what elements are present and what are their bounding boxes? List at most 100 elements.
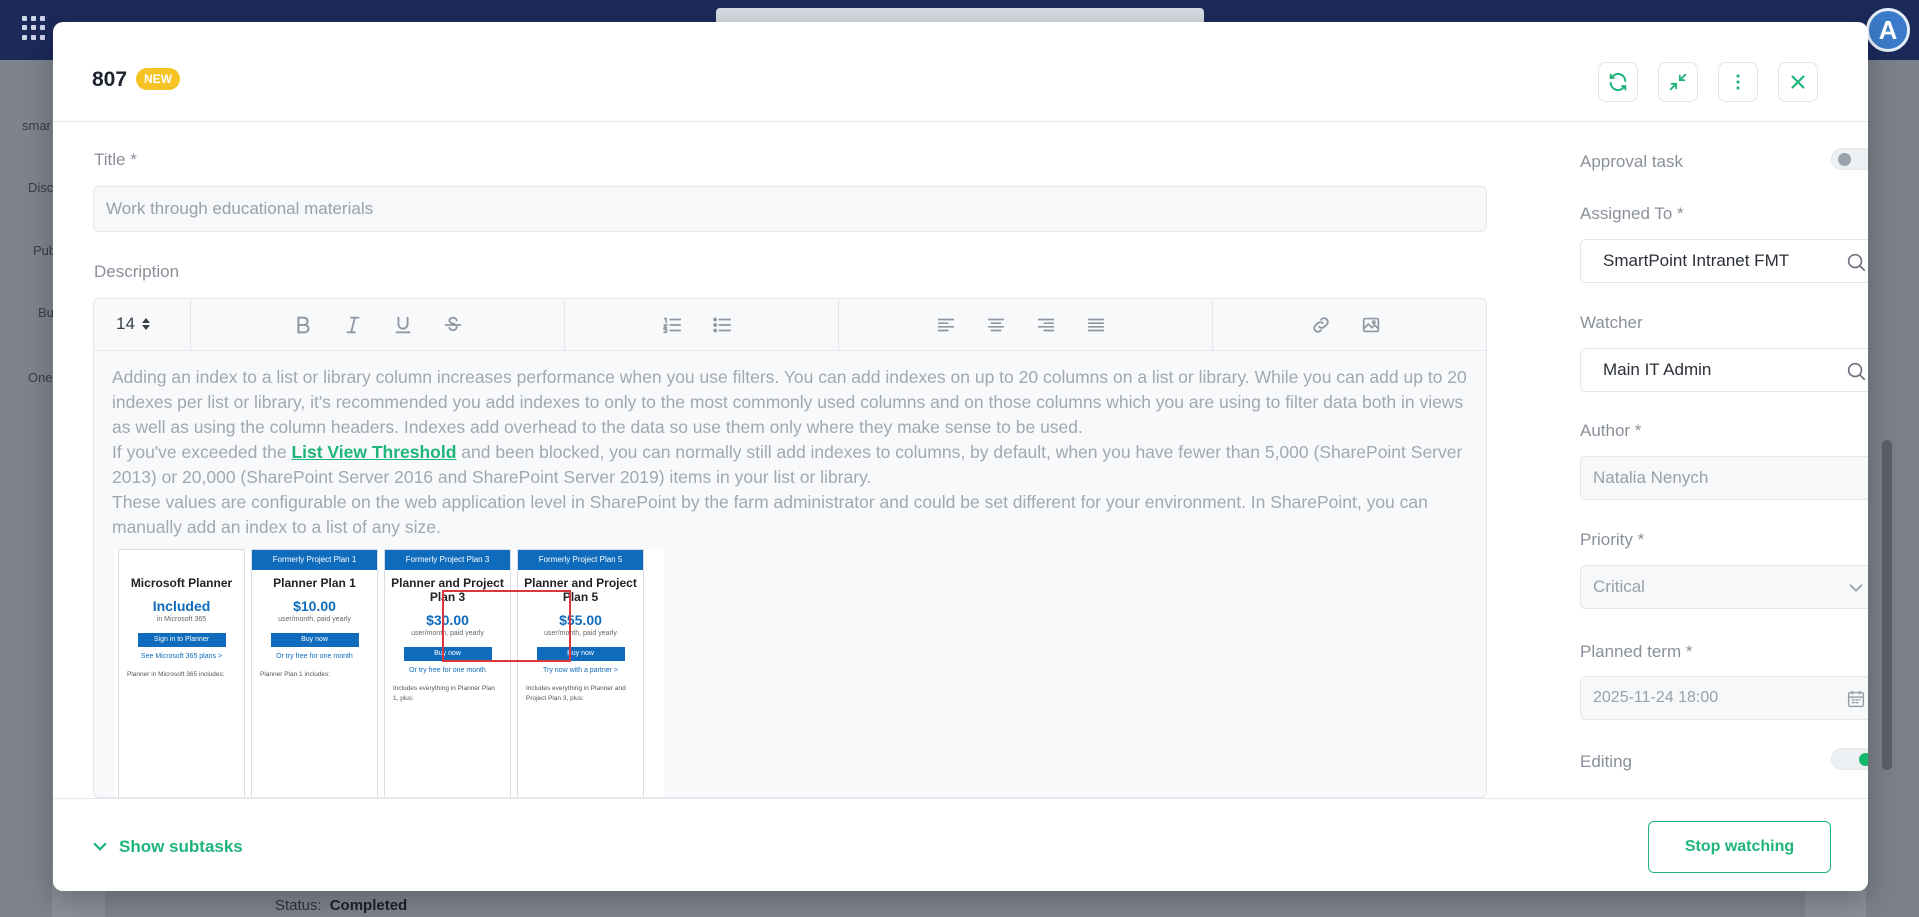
sidebar-label: Bu xyxy=(38,305,54,320)
more-options-button[interactable] xyxy=(1718,62,1758,102)
priority-value: Critical xyxy=(1593,577,1645,596)
refresh-button[interactable] xyxy=(1598,62,1638,102)
italic-button[interactable] xyxy=(339,311,367,339)
show-subtasks-label: Show subtasks xyxy=(119,837,243,856)
author-field: Natalia Nenych xyxy=(1580,456,1868,500)
font-size-select[interactable]: 14 xyxy=(116,314,151,334)
calendar-icon[interactable] xyxy=(1845,688,1867,710)
description-text[interactable]: Adding an index to a list or library col… xyxy=(112,365,1472,540)
page-scrollbar[interactable] xyxy=(1882,440,1892,770)
status-value: Completed xyxy=(329,897,408,914)
description-label: Description xyxy=(94,262,180,281)
author-label: Author * xyxy=(1580,421,1642,440)
title-input[interactable] xyxy=(93,186,1487,232)
app-sidebar: smar Disc Pub Bu One xyxy=(0,60,56,917)
image-icon xyxy=(1362,317,1380,333)
stop-watching-button[interactable]: Stop watching xyxy=(1648,821,1831,873)
plan-card: Microsoft Planner Included in Microsoft … xyxy=(118,549,245,797)
modal-footer: Show subtasks Stop watching xyxy=(53,798,1868,891)
approval-task-toggle[interactable] xyxy=(1831,148,1868,170)
align-right-button[interactable] xyxy=(1032,311,1060,339)
modal-header: 807 NEW xyxy=(53,22,1868,122)
search-icon[interactable] xyxy=(1845,251,1867,273)
planned-term-field[interactable]: 2025-11-24 18:00 xyxy=(1580,676,1868,720)
link-icon xyxy=(1313,317,1329,333)
italic-icon xyxy=(346,316,360,334)
plan-tag: Formerly Project Plan 5 xyxy=(518,550,643,570)
app-launcher-icon[interactable] xyxy=(22,16,46,40)
kebab-menu-icon xyxy=(1736,74,1740,90)
status-label: Status: xyxy=(275,897,322,914)
assigned-to-value: SmartPoint Intranet FMT xyxy=(1603,251,1790,270)
align-center-button[interactable] xyxy=(982,311,1010,339)
planned-term-label: Planned term * xyxy=(1580,642,1693,661)
show-subtasks-toggle[interactable]: Show subtasks xyxy=(91,837,243,857)
watcher-label: Watcher xyxy=(1580,313,1643,332)
user-avatar[interactable]: A xyxy=(1866,8,1910,52)
align-center-icon xyxy=(987,318,1005,332)
align-right-icon xyxy=(1037,318,1055,332)
plan-card: Formerly Project Plan 1 Planner Plan 1 $… xyxy=(251,549,378,797)
pricing-image: Microsoft Planner Included in Microsoft … xyxy=(114,549,664,797)
bullet-list-button[interactable] xyxy=(708,311,736,339)
description-paragraph: Adding an index to a list or library col… xyxy=(112,367,1467,437)
list-view-threshold-link[interactable]: List View Threshold xyxy=(291,442,456,462)
task-id: 807 xyxy=(92,68,128,91)
insert-link-button[interactable] xyxy=(1307,311,1335,339)
title-label: Title * xyxy=(94,150,137,169)
approval-task-label: Approval task xyxy=(1580,152,1683,171)
align-left-icon xyxy=(937,318,955,332)
watcher-value: Main IT Admin xyxy=(1603,360,1712,379)
assigned-to-field[interactable]: SmartPoint Intranet FMT xyxy=(1580,239,1868,283)
author-value: Natalia Nenych xyxy=(1593,468,1709,487)
bold-icon xyxy=(297,316,310,334)
description-editor[interactable]: 14 Adding an index to a list or library … xyxy=(93,298,1487,798)
editing-toggle[interactable] xyxy=(1831,748,1868,770)
plan-link: Try now with a partner > xyxy=(542,667,619,674)
collapse-icon xyxy=(1669,73,1687,91)
sidebar-label: One xyxy=(28,370,53,385)
plan-link: Or try free for one month xyxy=(409,667,486,674)
plan-card: Formerly Project Plan 3 Planner and Proj… xyxy=(384,549,511,797)
close-icon xyxy=(1791,75,1805,89)
plan-price: $10.00 xyxy=(293,598,336,614)
plan-tag: Formerly Project Plan 1 xyxy=(252,550,377,570)
chevron-down-icon xyxy=(93,842,107,851)
sidebar-label: smar xyxy=(22,118,51,133)
numbered-list-button[interactable] xyxy=(658,311,686,339)
plan-button: Sign in to Planner xyxy=(137,633,226,647)
background-panel xyxy=(1866,60,1919,917)
underline-button[interactable] xyxy=(389,311,417,339)
plan-price: Included xyxy=(152,598,211,614)
editor-toolbar: 14 xyxy=(94,299,1486,351)
plan-link: Or try free for one month xyxy=(276,653,353,660)
minimize-button[interactable] xyxy=(1658,62,1698,102)
up-down-arrow-icon xyxy=(141,318,150,330)
plan-link: See Microsoft 365 plans > xyxy=(140,653,223,660)
bold-button[interactable] xyxy=(289,311,317,339)
sidebar-label: Disc xyxy=(28,180,54,195)
bullet-list-icon xyxy=(713,317,732,333)
insert-image-button[interactable] xyxy=(1357,311,1385,339)
refresh-icon xyxy=(1609,72,1627,92)
plan-name: Planner Plan 1 xyxy=(273,576,356,590)
plan-features: Planner Plan 1 includes: xyxy=(260,671,331,678)
plan-features: Planner in Microsoft 365 includes: xyxy=(127,671,225,678)
close-button[interactable] xyxy=(1778,62,1818,102)
priority-label: Priority * xyxy=(1580,530,1645,549)
align-left-button[interactable] xyxy=(932,311,960,339)
strikethrough-button[interactable] xyxy=(439,311,467,339)
font-size-value: 14 xyxy=(116,314,135,333)
plan-name: Microsoft Planner xyxy=(130,576,233,590)
numbered-list-icon xyxy=(662,317,682,334)
new-badge: NEW xyxy=(136,68,180,90)
plan-sub: in Microsoft 365 xyxy=(156,616,207,623)
description-paragraph: These values are configurable on the web… xyxy=(112,492,1428,537)
watcher-field[interactable]: Main IT Admin xyxy=(1580,348,1868,392)
highlight-annotation xyxy=(442,590,571,662)
priority-select[interactable]: Critical xyxy=(1580,565,1868,609)
search-icon[interactable] xyxy=(1845,360,1867,382)
justify-button[interactable] xyxy=(1082,311,1110,339)
plan-features: Includes everything in Planner and Proje… xyxy=(526,685,626,702)
strikethrough-icon xyxy=(444,316,462,331)
